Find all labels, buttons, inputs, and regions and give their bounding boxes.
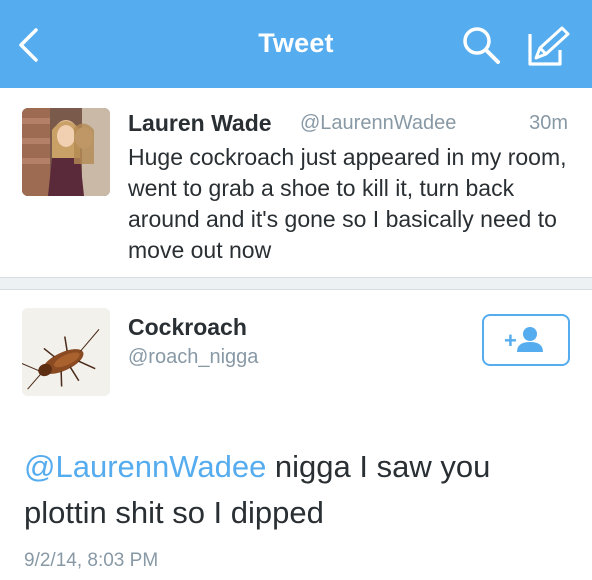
avatar-photo xyxy=(22,108,110,196)
author-name[interactable]: Lauren Wade xyxy=(128,110,272,137)
tweet-text: Huge cockroach just appeared in my room,… xyxy=(128,144,567,263)
author-name[interactable]: Cockroach xyxy=(128,314,247,341)
timestamp: 30m xyxy=(529,112,568,134)
compose-button[interactable] xyxy=(522,22,572,70)
navbar: Tweet xyxy=(0,0,592,88)
avatar[interactable] xyxy=(22,108,110,196)
compose-icon xyxy=(528,26,570,66)
mention-link[interactable]: @LaurennWadee xyxy=(24,449,266,484)
tweet-date: 9/2/14, 8:03 PM xyxy=(24,550,159,571)
avatar[interactable] xyxy=(22,308,110,396)
follow-user-icon: + xyxy=(504,327,543,353)
divider xyxy=(0,278,592,290)
follow-button[interactable]: + xyxy=(482,314,570,366)
author-handle[interactable]: @roach_nigga xyxy=(128,346,258,369)
tweet-text: @LaurennWadee nigga I saw you plottin sh… xyxy=(24,444,574,536)
original-tweet[interactable]: Lauren Wade @LaurennWadee 30m Huge cockr… xyxy=(0,88,592,278)
svg-text:+: + xyxy=(504,328,517,353)
search-icon xyxy=(463,27,500,64)
reply-tweet-header: Cockroach @roach_nigga + xyxy=(0,290,592,430)
cockroach-photo xyxy=(22,308,110,396)
search-button[interactable] xyxy=(458,22,504,68)
author-handle[interactable]: @LaurennWadee xyxy=(300,112,456,135)
